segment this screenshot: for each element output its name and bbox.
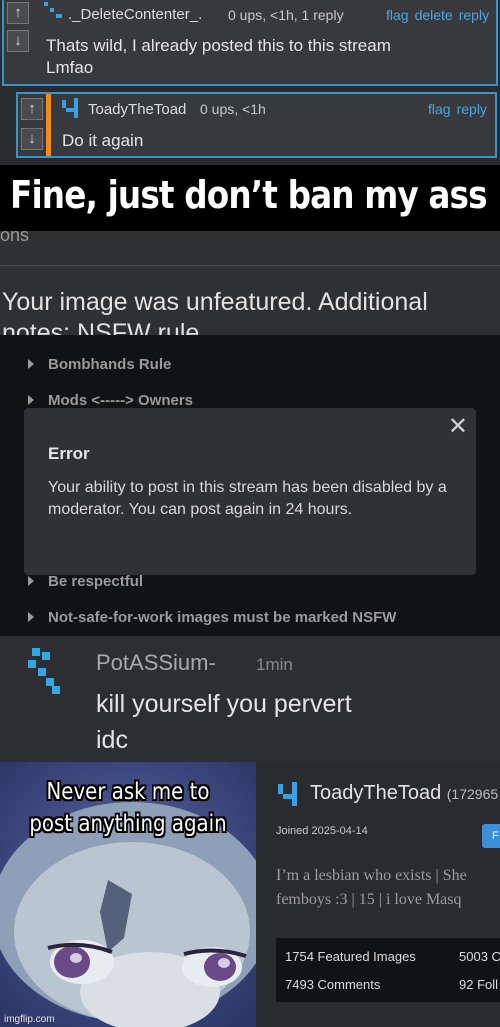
comment-accent-bar	[46, 94, 51, 156]
chevron-right-icon	[28, 612, 34, 622]
meme-caption-bar: Fine, just don’t ban my ass	[0, 165, 500, 231]
clipped-text: ons	[0, 231, 30, 245]
stream-rules-panel: Bombhands Rule Mods <-----> Owners Be re…	[0, 335, 500, 636]
follow-button[interactable]: F	[482, 824, 500, 848]
reply-line: idc	[96, 726, 128, 754]
profile-stats: 1754 Featured Images 5003 C 7493 Comment…	[276, 938, 500, 1002]
comment-deletecontenter: ↑ ↓ ._DeleteContenter_. 0 ups, <1h, 1 re…	[2, 0, 498, 86]
flag-link[interactable]: flag	[386, 7, 409, 23]
user-icon	[278, 782, 298, 811]
rule-item[interactable]: Not-safe-for-work images must be marked …	[28, 609, 396, 626]
chevron-right-icon	[28, 359, 34, 369]
comment-meta: 0 ups, <1h	[200, 101, 266, 117]
error-dialog: ✕ Error Your ability to post in this str…	[24, 408, 476, 575]
comment-username[interactable]: ._DeleteContenter_.	[68, 6, 202, 23]
flag-link[interactable]: flag	[428, 101, 451, 117]
bio-line: I’m a lesbian who exists | She	[276, 867, 467, 884]
upvote-button[interactable]: ↑	[7, 2, 29, 24]
comment-thread: ↑ ↓ ._DeleteContenter_. 0 ups, <1h, 1 re…	[0, 0, 500, 165]
profile-card: ToadyTheToad (172965 Joined 2025-04-14 F…	[256, 762, 500, 1027]
vote-controls: ↑ ↓	[18, 98, 46, 150]
comment-toadythetoad: ↑ ↓ ToadyTheToad 0 ups, <1h flag reply Do…	[16, 92, 497, 158]
profile-points: (172965	[446, 786, 499, 802]
user-icon	[44, 2, 62, 23]
rule-item[interactable]: Be respectful	[28, 573, 143, 590]
chevron-right-icon	[28, 576, 34, 586]
upvote-button[interactable]: ↑	[21, 98, 43, 120]
comment-text: Thats wild, I already posted this to thi…	[46, 35, 391, 79]
meme-caption-line: post anything again	[29, 811, 227, 837]
chevron-right-icon	[28, 395, 34, 405]
reply-time: 1min	[256, 655, 293, 674]
profile-name: ToadyTheToad	[310, 782, 442, 804]
close-icon[interactable]: ✕	[448, 412, 468, 441]
rule-item[interactable]: Mods <-----> Owners	[28, 392, 193, 409]
comment-actions: flag delete reply	[380, 7, 489, 23]
vote-controls: ↑ ↓	[4, 2, 32, 52]
profile-username: ToadyTheToad (172965	[310, 782, 498, 805]
downvote-button[interactable]: ↓	[7, 30, 29, 52]
comment-meta: 0 ups, <1h, 1 reply	[228, 7, 344, 23]
joined-date: Joined 2025-04-14	[276, 825, 368, 837]
comment-username[interactable]: ToadyTheToad	[88, 101, 186, 118]
comment-text: Do it again	[62, 131, 144, 150]
rule-label: Not-safe-for-work images must be marked …	[48, 609, 397, 626]
reply-comment: PotASSium- 1min kill yourself you perver…	[0, 636, 500, 762]
comment-line: Lmfao	[46, 58, 94, 77]
unfeatured-notice: ons Your image was unfeatured. Additiona…	[0, 231, 500, 335]
reply-username[interactable]: PotASSium-	[96, 650, 216, 676]
reply-link[interactable]: reply	[459, 7, 489, 23]
divider	[0, 265, 500, 266]
reply-text: kill yourself you pervert idc	[96, 686, 352, 758]
stat-col2-row2[interactable]: 92 Foll	[459, 977, 498, 992]
user-icon	[28, 648, 62, 699]
downvote-button[interactable]: ↓	[21, 128, 43, 150]
reply-link[interactable]: reply	[457, 101, 487, 117]
notice-line: notes: NSFW rule	[2, 319, 200, 335]
reply-line: kill yourself you pervert	[96, 690, 352, 718]
user-icon	[62, 98, 80, 123]
profile-bio: I’m a lesbian who exists | She femboys :…	[276, 864, 500, 912]
comment-actions: flag reply	[422, 101, 487, 117]
meme-caption: Never ask me to post anything again	[18, 776, 238, 840]
notice-line: Your image was unfeatured. Additional	[2, 288, 428, 316]
error-title: Error	[48, 444, 90, 463]
comments-count[interactable]: 7493 Comments	[285, 977, 380, 992]
featured-count[interactable]: 1754 Featured Images	[285, 949, 416, 964]
rule-label: Mods <-----> Owners	[48, 392, 194, 409]
bio-line: femboys :3 | 15 | i love Masq	[276, 891, 462, 908]
watermark: imgflip.com	[4, 1014, 55, 1025]
stat-col2-row1[interactable]: 5003 C	[459, 949, 500, 964]
comment-line: Thats wild, I already posted this to thi…	[46, 36, 391, 55]
meme-caption: Fine, just don’t ban my ass	[10, 173, 488, 217]
rule-item[interactable]: Bombhands Rule	[28, 356, 171, 373]
error-message: Your ability to post in this stream has …	[48, 479, 447, 518]
rule-label: Bombhands Rule	[48, 356, 172, 373]
rule-label: Be respectful	[48, 573, 144, 590]
meme-image: Never ask me to post anything again imgf…	[0, 762, 256, 1027]
delete-link[interactable]: delete	[415, 7, 453, 23]
meme-caption-line: Never ask me to	[46, 779, 210, 805]
notice-message: Your image was unfeatured. Additional no…	[2, 287, 498, 335]
